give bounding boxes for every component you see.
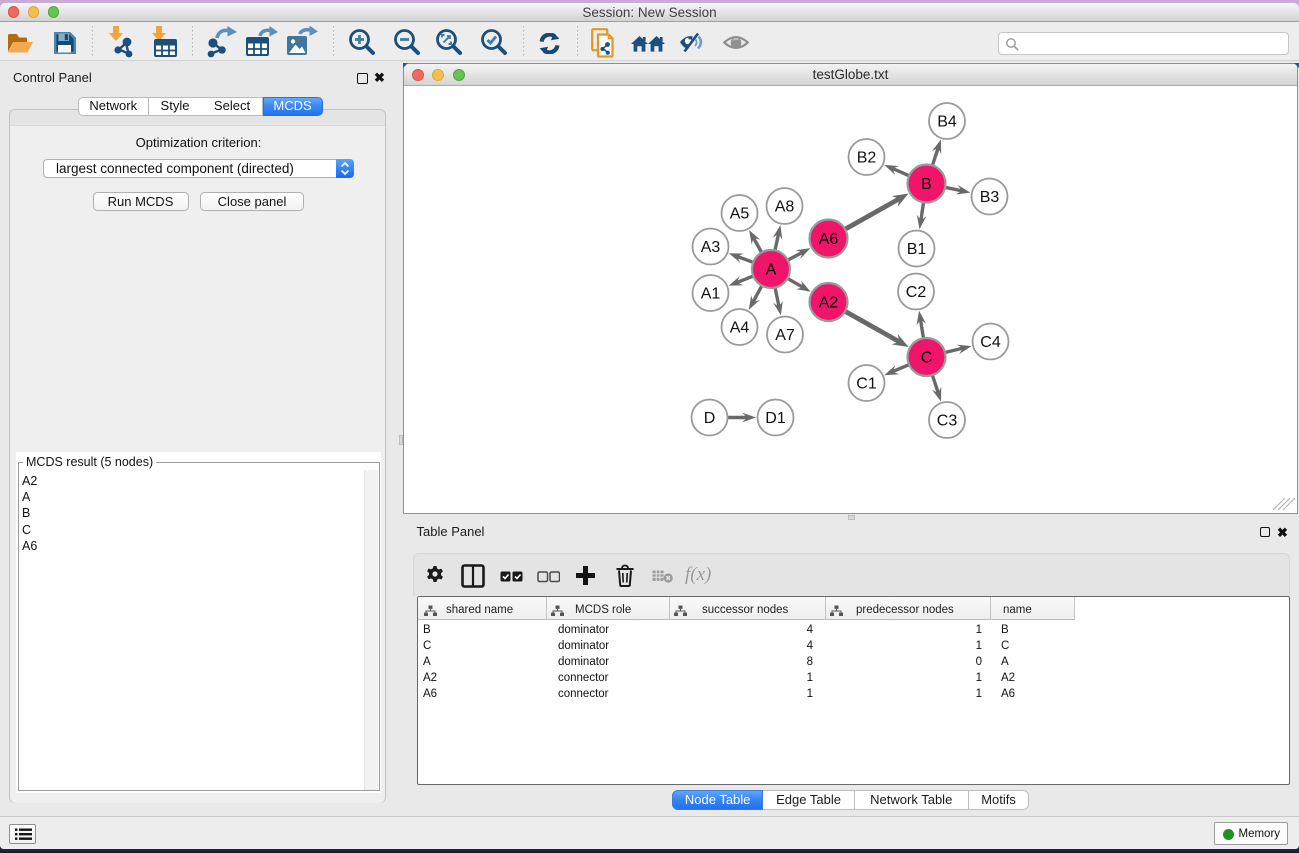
svg-text:A: A xyxy=(766,262,777,279)
svg-text:C4: C4 xyxy=(980,334,1001,351)
svg-text:A7: A7 xyxy=(775,327,795,344)
svg-text:A2: A2 xyxy=(819,295,839,312)
svg-text:A1: A1 xyxy=(701,286,721,303)
svg-text:B3: B3 xyxy=(980,189,1000,206)
svg-text:D: D xyxy=(704,410,716,427)
svg-text:D1: D1 xyxy=(765,410,786,427)
svg-text:B: B xyxy=(921,176,932,193)
svg-text:C1: C1 xyxy=(856,376,877,393)
svg-text:B2: B2 xyxy=(857,150,877,167)
svg-text:B4: B4 xyxy=(937,114,957,131)
svg-text:C3: C3 xyxy=(937,413,958,430)
svg-text:A8: A8 xyxy=(775,199,795,216)
svg-text:A5: A5 xyxy=(730,206,750,223)
svg-text:A6: A6 xyxy=(819,231,839,248)
svg-text:B1: B1 xyxy=(907,241,927,258)
svg-text:C2: C2 xyxy=(906,284,927,301)
svg-text:A3: A3 xyxy=(701,239,721,256)
svg-text:C: C xyxy=(921,350,933,367)
svg-text:A4: A4 xyxy=(730,320,750,337)
